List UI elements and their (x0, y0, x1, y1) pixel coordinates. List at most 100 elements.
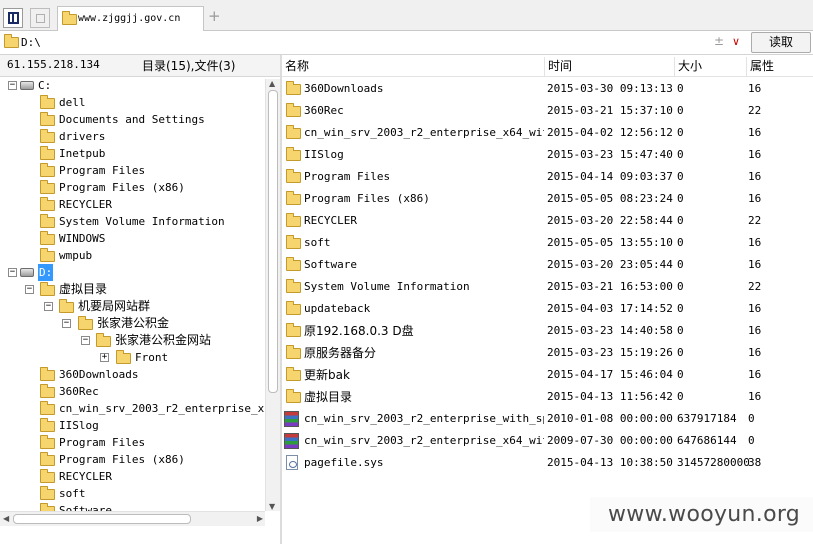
file-row[interactable]: Program Files 2015-04-14 09:03:37 0 16 (282, 166, 813, 188)
file-attr: 16 (748, 236, 762, 249)
tree-item[interactable]: cn_win_srv_2003_r2_enterprise_x64_wit (0, 400, 280, 417)
file-row[interactable]: Software 2015-03-20 23:05:44 0 16 (282, 254, 813, 276)
file-name: 360Downloads (304, 82, 384, 95)
new-tab-button[interactable]: + (208, 8, 221, 24)
scroll-left-icon[interactable]: ◀ (3, 514, 9, 523)
window-button[interactable] (30, 8, 50, 28)
file-row[interactable]: cn_win_srv_2003_r2_enterprise_with_sp...… (282, 408, 813, 430)
file-row[interactable]: 360Downloads 2015-03-30 09:13:13 0 16 (282, 78, 813, 100)
address-option-icon[interactable]: ± (714, 34, 724, 48)
tree-item[interactable]: Program Files (x86) (0, 451, 265, 468)
file-name: 原服务器备分 (304, 346, 377, 360)
file-row[interactable]: 虚拟目录 2015-04-13 11:56:42 0 16 (282, 386, 813, 408)
tree-horizontal-scrollbar[interactable]: ◀ ▶ (0, 511, 265, 526)
tree-item[interactable]: Program Files (x86) (0, 179, 265, 196)
scroll-thumb[interactable] (268, 90, 278, 393)
tree-item-label: WINDOWS (59, 232, 106, 245)
collapse-icon[interactable]: − (62, 319, 71, 328)
sidebar-toggle-button[interactable] (3, 8, 23, 28)
tree-item[interactable]: WINDOWS (0, 230, 265, 247)
file-row[interactable]: Program Files (x86) 2015-05-05 08:23:24 0 1… (282, 188, 813, 210)
folder-icon (40, 163, 55, 177)
folder-icon (59, 299, 74, 313)
directory-tree: − C: dell Documents and Settings drivers Inet… (0, 77, 280, 527)
expand-icon[interactable]: + (100, 353, 109, 362)
read-button[interactable]: 读取 (751, 32, 811, 53)
address-bar: ± ∨ 读取 (0, 31, 813, 55)
file-attr: 0 (748, 412, 755, 425)
file-row[interactable]: IISlog 2015-03-23 15:47:40 0 16 (282, 144, 813, 166)
file-row[interactable]: cn_win_srv_2003_r2_enterprise_x64_wit...… (282, 430, 813, 452)
collapse-icon[interactable]: − (25, 285, 34, 294)
tree-item[interactable]: Program Files (0, 434, 265, 451)
column-header-time[interactable]: 时间 (545, 57, 675, 77)
tree-item[interactable]: drivers (0, 128, 265, 145)
collapse-icon[interactable]: − (8, 81, 17, 90)
tree-item[interactable]: − 虚拟目录 (0, 281, 265, 298)
folder-icon (40, 401, 55, 415)
tree-item-label: RECYCLER (59, 470, 112, 483)
file-time: 2015-04-02 12:56:12 (547, 126, 673, 139)
scroll-up-icon[interactable]: ▲ (269, 79, 275, 88)
folder-icon (286, 81, 301, 95)
tree-item[interactable]: − 机要局网站群 (0, 298, 265, 315)
tree-item[interactable]: RECYCLER (0, 196, 265, 213)
file-row[interactable]: System Volume Information 2015-03-21 16:5… (282, 276, 813, 298)
scroll-thumb[interactable] (13, 514, 191, 524)
scroll-down-icon[interactable]: ▼ (269, 502, 275, 511)
folder-icon (286, 103, 301, 117)
folder-icon (286, 301, 301, 315)
tree-item[interactable]: 360Downloads (0, 366, 265, 383)
file-name: 虚拟目录 (304, 390, 353, 404)
file-row[interactable]: updateback 2015-04-03 17:14:52 0 16 (282, 298, 813, 320)
chevron-down-icon[interactable]: ∨ (732, 35, 740, 48)
folder-icon (40, 214, 55, 228)
tree-vertical-scrollbar[interactable]: ▲ ▼ (265, 79, 280, 511)
file-row[interactable]: 360Rec 2015-03-21 15:37:10 0 22 (282, 100, 813, 122)
collapse-icon[interactable]: − (81, 336, 90, 345)
path-input[interactable] (21, 34, 747, 52)
file-time: 2015-04-17 15:46:04 (547, 368, 673, 381)
tree-item[interactable]: − D: (0, 264, 265, 281)
file-row[interactable]: cn_win_srv_2003_r2_enterprise_x64_wit...… (282, 122, 813, 144)
archive-icon (284, 433, 299, 449)
file-row[interactable]: pagefile.sys 2015-04-13 10:38:50 314572800… (282, 452, 813, 474)
tree-item[interactable]: Program Files (0, 162, 265, 179)
file-row[interactable]: 更新bak 2015-04-17 15:46:04 0 16 (282, 364, 813, 386)
tree-item[interactable]: 360Rec (0, 383, 265, 400)
tree-item[interactable]: System Volume Information (0, 213, 265, 230)
tree-item[interactable]: dell (0, 94, 265, 111)
tree-item[interactable]: + Front (0, 349, 265, 366)
collapse-icon[interactable]: − (8, 268, 17, 277)
scroll-right-icon[interactable]: ▶ (257, 514, 263, 523)
file-attr: 16 (748, 82, 762, 95)
file-row[interactable]: 原192.168.0.3 D盘 2015-03-23 14:40:58 0 16 (282, 320, 813, 342)
tree-item[interactable]: − 张家港公积金网站 (0, 332, 265, 349)
file-attr: 16 (748, 346, 762, 359)
column-header-attr[interactable]: 属性 (747, 57, 813, 77)
file-row[interactable]: 原服务器备分 2015-03-23 15:19:26 0 16 (282, 342, 813, 364)
tree-item[interactable]: − 张家港公积金 (0, 315, 265, 332)
file-row[interactable]: RECYCLER 2015-03-20 22:58:44 0 22 (282, 210, 813, 232)
tree-item[interactable]: RECYCLER (0, 468, 265, 485)
collapse-icon[interactable]: − (44, 302, 53, 311)
file-size: 0 (677, 346, 684, 359)
tree-item[interactable]: soft (0, 485, 265, 502)
tree-item[interactable]: Documents and Settings (0, 111, 265, 128)
tree-item[interactable]: IISlog (0, 417, 265, 434)
file-name: IISlog (304, 148, 344, 161)
panel-icon (8, 12, 19, 24)
tree-item[interactable]: − C: (0, 77, 265, 94)
tab-site[interactable]: www.zjggjj.gov.cn (57, 6, 204, 32)
watermark: www.wooyun.org (608, 502, 801, 527)
column-header-name[interactable]: 名称 (282, 57, 545, 77)
tree-item[interactable]: wmpub (0, 247, 265, 264)
file-row[interactable]: soft 2015-05-05 13:55:10 0 16 (282, 232, 813, 254)
file-time: 2015-03-21 16:53:00 (547, 280, 673, 293)
file-name: Program Files (304, 170, 391, 183)
column-header-size[interactable]: 大小 (675, 57, 747, 77)
tree-item[interactable]: Inetpub (0, 145, 265, 162)
folder-icon (40, 197, 55, 211)
folder-icon (40, 486, 55, 500)
file-attr: 16 (748, 170, 762, 183)
